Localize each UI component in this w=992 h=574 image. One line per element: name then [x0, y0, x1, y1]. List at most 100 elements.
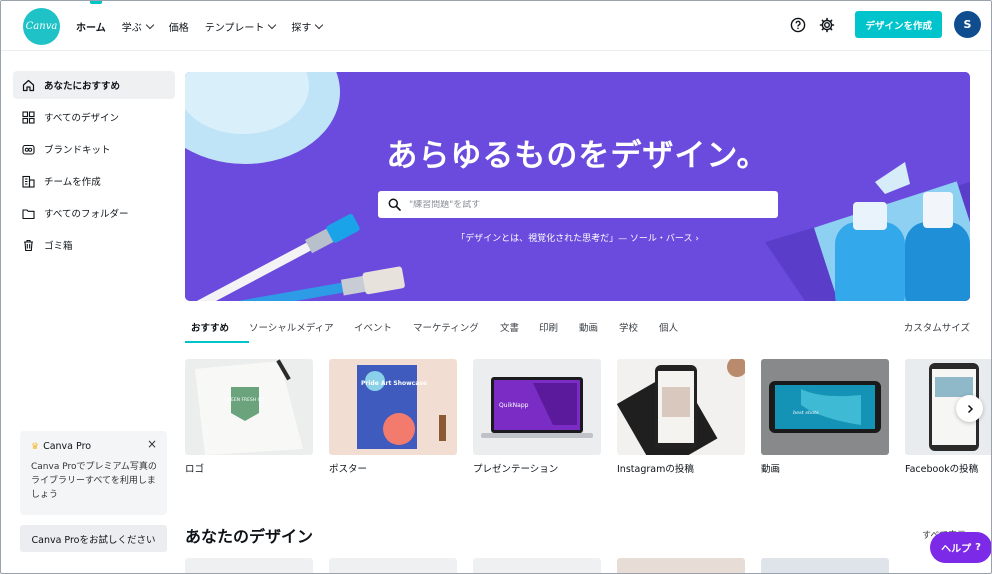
- canva-logo[interactable]: Canva: [23, 8, 60, 45]
- help-label: ヘルプ: [941, 544, 972, 555]
- nav-pricing[interactable]: 価格: [169, 1, 189, 51]
- folder-icon: [22, 207, 35, 220]
- settings-gear-icon[interactable]: [818, 16, 835, 33]
- template-thumbnail: Pride Art Showcase: [329, 359, 457, 455]
- sidebar-item-label: あなたにおすすめ: [44, 81, 121, 92]
- sidebar-item-label: すべてのデザイン: [44, 113, 119, 124]
- try-canva-pro-button[interactable]: Canva Proをお試しください: [20, 525, 167, 552]
- nav-pricing-label: 価格: [168, 22, 189, 34]
- category-tabs: おすすめ ソーシャルメディア イベント マーケティング 文書 印刷 動画 学校 …: [185, 317, 970, 343]
- your-designs-list: [185, 558, 991, 573]
- nav-home[interactable]: ホーム: [76, 1, 106, 51]
- template-card-video[interactable]: best shots 動画: [761, 359, 889, 475]
- template-thumbnail: GREEN FRESH CO.: [185, 359, 313, 455]
- template-label: ロゴ: [185, 464, 205, 475]
- canva-pro-card: ♛ Canva Pro × Canva Proでプレミアム写真のライブラリーすべて…: [20, 431, 167, 515]
- nav-explore[interactable]: 探す: [291, 1, 324, 51]
- template-card-instagram-post[interactable]: Instagramの投稿: [617, 359, 745, 475]
- sidebar-item-all-designs[interactable]: すべてのデザイン: [13, 103, 175, 131]
- search-icon: [388, 198, 401, 211]
- chevron-down-icon: [145, 20, 154, 29]
- custom-size-link[interactable]: カスタムサイズ: [904, 317, 970, 341]
- template-label: Facebookの投稿: [905, 464, 979, 475]
- sidebar-item-all-folders[interactable]: すべてのフォルダー: [13, 199, 175, 227]
- tab-documents[interactable]: 文書: [500, 317, 519, 343]
- question-icon: ?: [975, 542, 981, 553]
- svg-text:QuikNapp: QuikNapp: [499, 402, 529, 409]
- design-card[interactable]: [185, 558, 313, 573]
- template-card-poster[interactable]: Pride Art Showcase ポスター: [329, 359, 457, 475]
- tab-recommended[interactable]: おすすめ: [191, 317, 229, 343]
- nav-home-label: ホーム: [76, 22, 106, 34]
- sidebar-item-create-team[interactable]: チームを作成: [13, 167, 175, 195]
- template-label: Instagramの投稿: [617, 464, 694, 475]
- tab-personal[interactable]: 個人: [659, 317, 678, 343]
- your-designs-title: あなたのデザイン: [185, 527, 314, 546]
- svg-text:GREEN FRESH CO.: GREEN FRESH CO.: [224, 397, 265, 403]
- sidebar: あなたにおすすめ すべてのデザイン ブランドキット チームを作成 すべてのフォル…: [13, 71, 175, 263]
- carousel-next-button[interactable]: [956, 395, 983, 422]
- pro-card-title-text: Canva Pro: [43, 441, 92, 452]
- hero-banner: あらゆるものをデザイン。 「デザインとは、視覚化された思考だ」— ソール・バース…: [185, 72, 970, 301]
- active-tab-indicator: [185, 341, 249, 343]
- design-search-bar[interactable]: [378, 191, 778, 218]
- top-actions: デザインを作成 S: [789, 11, 981, 38]
- tab-marketing[interactable]: マーケティング: [413, 317, 479, 343]
- sidebar-item-label: ゴミ箱: [44, 241, 73, 252]
- template-card-presentation[interactable]: QuikNapp プレゼンテーション: [473, 359, 601, 475]
- sidebar-item-brand-kit[interactable]: ブランドキット: [13, 135, 175, 163]
- tab-events[interactable]: イベント: [354, 317, 392, 343]
- template-label: ポスター: [329, 464, 368, 475]
- crown-icon: ♛: [31, 441, 40, 452]
- tab-social-media[interactable]: ソーシャルメディア: [249, 317, 334, 343]
- sidebar-item-label: すべてのフォルダー: [44, 209, 129, 220]
- hero-quote-link[interactable]: 「デザインとは、視覚化された思考だ」— ソール・バース ›: [185, 231, 970, 244]
- chevron-down-icon: [268, 20, 277, 29]
- nav-learn-label: 学ぶ: [121, 22, 142, 34]
- home-icon: [22, 79, 35, 92]
- canva-window: Canva ホーム 学ぶ 価格 テンプレート 探す デザインを作成 S あなたに…: [0, 0, 992, 574]
- svg-text:best shots: best shots: [793, 410, 819, 416]
- template-label: 動画: [761, 464, 781, 475]
- tab-video[interactable]: 動画: [579, 317, 598, 343]
- sidebar-item-trash[interactable]: ゴミ箱: [13, 231, 175, 259]
- help-icon[interactable]: [789, 16, 806, 33]
- main-nav: ホーム 学ぶ 価格 テンプレート 探す: [76, 1, 324, 51]
- hero-illustration: [185, 72, 970, 301]
- sidebar-item-label: ブランドキット: [44, 145, 111, 156]
- chevron-right-icon: [967, 404, 973, 413]
- sidebar-item-label: チームを作成: [44, 177, 101, 188]
- grid-icon: [22, 110, 35, 124]
- nav-templates[interactable]: テンプレート: [204, 1, 277, 51]
- design-card[interactable]: [617, 558, 745, 573]
- tab-school[interactable]: 学校: [619, 317, 638, 343]
- sidebar-item-for-you[interactable]: あなたにおすすめ: [13, 71, 175, 99]
- template-thumbnail: QuikNapp: [473, 359, 601, 455]
- close-icon[interactable]: ×: [147, 437, 157, 451]
- template-thumbnail: [617, 359, 745, 455]
- pro-card-description: Canva Proでプレミアム写真のライブラリーすべてを利用しましょう: [31, 462, 157, 500]
- template-label: プレゼンテーション: [473, 464, 559, 475]
- trash-icon: [22, 239, 35, 252]
- design-card[interactable]: [473, 558, 601, 573]
- help-button[interactable]: ヘルプ ?: [930, 532, 991, 563]
- top-bar: Canva ホーム 学ぶ 価格 テンプレート 探す デザインを作成 S: [1, 1, 991, 51]
- template-card-logo[interactable]: GREEN FRESH CO. ロゴ: [185, 359, 313, 475]
- tab-print[interactable]: 印刷: [539, 317, 558, 343]
- create-design-button[interactable]: デザインを作成: [855, 11, 942, 38]
- design-card[interactable]: [329, 558, 457, 573]
- user-avatar[interactable]: S: [954, 11, 981, 38]
- nav-explore-label: 探す: [291, 22, 312, 34]
- svg-text:Pride Art Showcase: Pride Art Showcase: [361, 380, 427, 387]
- design-card[interactable]: [761, 558, 889, 573]
- template-thumbnail: best shots: [761, 359, 889, 455]
- nav-templates-label: テンプレート: [204, 22, 265, 34]
- search-input[interactable]: [409, 199, 778, 210]
- pro-card-title: ♛ Canva Pro: [31, 441, 157, 452]
- brand-kit-icon: [22, 143, 35, 156]
- hero-title: あらゆるものをデザイン。: [386, 138, 769, 174]
- team-icon: [22, 175, 35, 188]
- chevron-down-icon: [315, 20, 324, 29]
- nav-learn[interactable]: 学ぶ: [121, 1, 154, 51]
- template-carousel: GREEN FRESH CO. ロゴ Pride Art Showcase ポス…: [185, 359, 991, 479]
